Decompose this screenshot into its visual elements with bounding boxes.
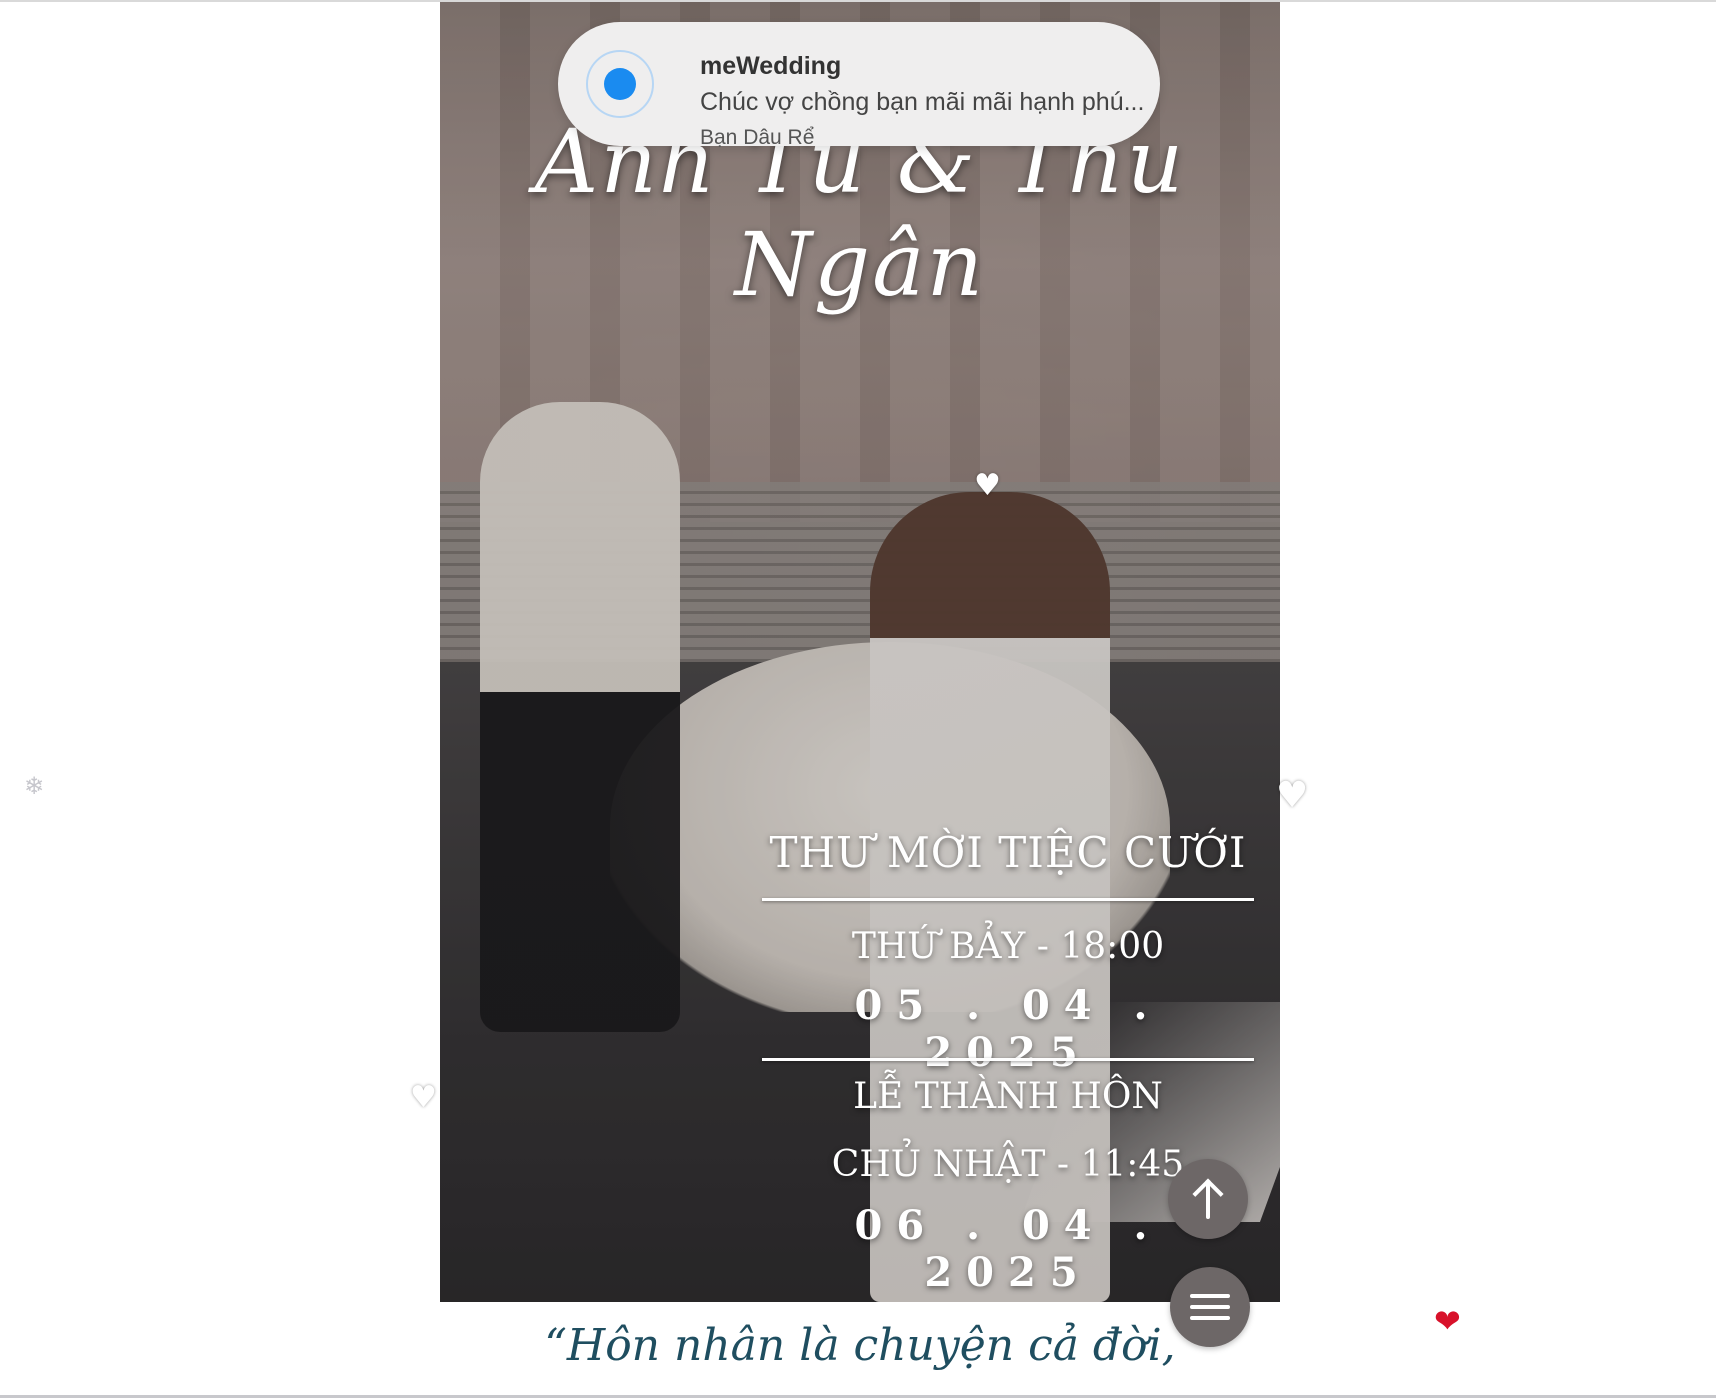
notification-app-name: meWedding: [700, 52, 842, 80]
divider-line: [762, 1058, 1254, 1061]
notification-toast[interactable]: meWedding Chúc vợ chồng bạn mãi mãi hạnh…: [558, 22, 1160, 149]
notification-sender: Bạn Dâu Rể: [700, 126, 815, 149]
hamburger-menu-icon: [1190, 1305, 1230, 1309]
snowflake-icon: ❄: [24, 772, 45, 800]
blue-dot-icon: [604, 68, 636, 100]
red-heart-icon: ❤: [1434, 1302, 1461, 1340]
notification-message: Chúc vợ chồng bạn mãi mãi hạnh phú...: [700, 88, 1145, 116]
invitation-title: THƯ MỜI TIỆC CƯỚI: [769, 828, 1247, 877]
scroll-to-top-button[interactable]: [1168, 1159, 1248, 1239]
party-day-time: THỨ BẢY - 18:00: [851, 926, 1165, 967]
ceremony-label: LỄ THÀNH HÔN: [853, 1076, 1163, 1117]
arrow-up-head: [1192, 1178, 1224, 1210]
heart-icon: ♥: [974, 468, 1001, 503]
heart-icon: ♥: [410, 1080, 437, 1115]
hamburger-menu-icon: [1190, 1294, 1230, 1298]
wedding-quote: “Hôn nhân là chuyện cả đời,: [544, 1320, 1176, 1371]
party-date: 05 . 04 . 2025: [854, 982, 1162, 1076]
heart-icon: ♥: [1276, 775, 1309, 816]
divider-line: [762, 898, 1254, 901]
notification-status-icon: [586, 50, 654, 118]
